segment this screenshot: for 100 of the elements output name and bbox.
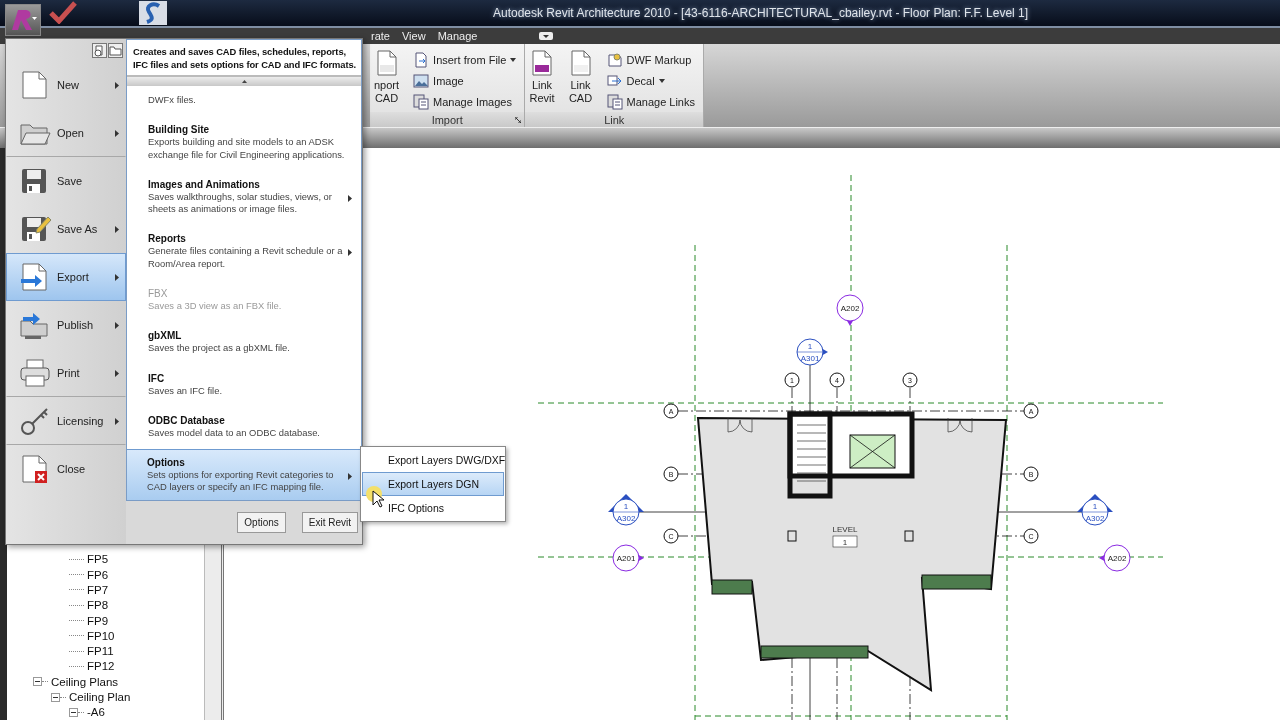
menu-item[interactable]: Options Sets options for exporting Revit categories to CAD layers or specify an IFC mapping file. bbox=[127, 449, 361, 500]
tree-item[interactable]: FP7 bbox=[87, 583, 109, 596]
menu-item-title: Images and Animations bbox=[148, 177, 261, 191]
application-menu-button[interactable] bbox=[5, 4, 41, 36]
menu-command[interactable]: Publish bbox=[6, 301, 126, 349]
submenu-arrow-icon bbox=[348, 249, 352, 257]
window-title: Autodesk Revit Architecture 2010 - [43-6116-ARCHITECTURAL_cbailey.rvt - Floor Plan: F.F. Level 1] bbox=[493, 6, 1029, 20]
submenu-arrow-icon bbox=[115, 273, 119, 281]
menu-command[interactable]: Close bbox=[6, 445, 126, 493]
menu-item-title: Building Site bbox=[148, 123, 211, 137]
ribbon-tab[interactable]: Manage bbox=[437, 30, 478, 42]
submenu-arrow-icon bbox=[348, 473, 352, 480]
insert-file-icon bbox=[413, 52, 430, 68]
menu-item-description: Exports building and site models to an ADSK exchange file for Civil Engineering applications. bbox=[148, 136, 346, 161]
menu-command[interactable]: Export bbox=[6, 253, 126, 301]
ribbon-button[interactable]: Manage Links bbox=[604, 92, 697, 112]
menu-item-description: Saves a 3D view as an FBX file. bbox=[148, 300, 283, 313]
section-mark: 1 A301 bbox=[796, 338, 828, 366]
tree-item[interactable]: FP12 bbox=[87, 660, 115, 673]
menu-item-description: Sets options for exporting Revit categories to CAD layers or specify an IFC mapping file. bbox=[147, 469, 335, 494]
links-icon bbox=[606, 94, 623, 110]
menu-item-description: Saves walkthroughs, solar studies, views, or sheets as animations or image files. bbox=[148, 190, 333, 216]
tree-item[interactable]: -A6 bbox=[87, 706, 105, 719]
menu-item-title: FBX bbox=[148, 287, 169, 300]
submenu-arrow-icon bbox=[115, 129, 119, 137]
panel-title: Import bbox=[431, 113, 463, 126]
ribbon-button[interactable]: nport CAD bbox=[372, 50, 402, 112]
ribbon-button[interactable]: Decal bbox=[604, 71, 697, 91]
elevation-mark: A201 bbox=[612, 544, 644, 572]
menu-item[interactable]: ODBC Database Saves model data to an ODBC database. bbox=[127, 406, 361, 447]
menu-item-title: ODBC Database bbox=[148, 413, 226, 427]
dropdown-icon[interactable] bbox=[539, 32, 554, 40]
cad-file-icon bbox=[374, 50, 399, 76]
expand-toggle[interactable] bbox=[69, 707, 78, 717]
key-icon bbox=[19, 405, 51, 437]
menu-item-title: Reports bbox=[148, 232, 187, 246]
tree-item[interactable]: Ceiling Plans bbox=[51, 675, 119, 688]
menu-item[interactable]: DWFx files. bbox=[127, 86, 361, 114]
menu-item[interactable]: Building Site Exports building and site models to an ADSK exchange file for Civil Engineering applications. bbox=[127, 116, 361, 168]
elevation-mark: A202 bbox=[1099, 544, 1131, 572]
expand-toggle[interactable] bbox=[33, 677, 42, 687]
dialog-launcher-icon[interactable] bbox=[515, 117, 522, 123]
section-mark: 1 A302 bbox=[608, 494, 644, 526]
submenu-item[interactable]: Export Layers DWG/DXF bbox=[362, 448, 504, 472]
submenu-arrow-icon bbox=[115, 225, 119, 233]
elevation-mark: A202 bbox=[836, 294, 864, 326]
ribbon-button[interactable]: Image bbox=[411, 71, 519, 91]
tree-item[interactable]: FP8 bbox=[87, 599, 109, 612]
submenu-arrow-icon bbox=[115, 417, 119, 425]
menu-item-title: gbXML bbox=[148, 329, 183, 343]
expand-toggle[interactable] bbox=[51, 692, 60, 702]
submenu-item[interactable]: IFC Options bbox=[362, 496, 504, 520]
checkmark-icon[interactable] bbox=[48, 0, 78, 24]
image-icon bbox=[413, 73, 430, 89]
cad-file-icon bbox=[568, 50, 593, 76]
markup-icon bbox=[606, 52, 623, 68]
recent-documents-icon[interactable] bbox=[92, 42, 107, 58]
ribbon-tab[interactable]: rate bbox=[371, 30, 390, 42]
ribbon-button[interactable]: Insert from File bbox=[411, 50, 519, 70]
menu-command[interactable]: Open bbox=[6, 109, 126, 157]
tree-item[interactable]: FP5 bbox=[87, 553, 109, 566]
menu-item[interactable]: IFC Saves an IFC file. bbox=[127, 364, 361, 404]
tree-item[interactable]: FP10 bbox=[87, 629, 115, 642]
caret-icon bbox=[510, 58, 517, 62]
menu-command[interactable]: New bbox=[6, 61, 126, 109]
menu-command[interactable]: Save As bbox=[6, 205, 126, 253]
submenu-arrow-icon bbox=[115, 81, 119, 89]
caret-icon bbox=[658, 79, 665, 83]
menu-item-title: Options bbox=[147, 456, 186, 470]
menu-item-description: Saves model data to an ODBC database. bbox=[148, 426, 321, 440]
tree-item[interactable]: FP11 bbox=[87, 645, 114, 658]
menu-command[interactable]: Save bbox=[6, 157, 126, 205]
menu-footer-button[interactable]: Options bbox=[237, 512, 286, 533]
submenu-arrow-icon bbox=[115, 321, 119, 329]
panel-title: Link bbox=[604, 113, 625, 126]
menu-item-description: Saves an IFC file. bbox=[148, 384, 223, 397]
menu-item-title: IFC bbox=[148, 371, 166, 385]
submenu-arrow-icon bbox=[115, 369, 119, 377]
menu-item-description: DWFx files. bbox=[148, 93, 197, 107]
printer-icon bbox=[19, 357, 51, 389]
up-arrow-icon bbox=[241, 79, 247, 83]
menu-item[interactable]: Images and Animations Saves walkthroughs, solar studies, views, or sheets as animations or image files. bbox=[127, 170, 361, 223]
ribbon-button[interactable]: DWF Markup bbox=[604, 50, 697, 70]
ribbon-button[interactable]: Link Revit bbox=[527, 50, 557, 112]
revit-file-icon bbox=[529, 50, 554, 76]
menu-item[interactable]: Reports Generate files containing a Revit schedule or a Room/Area report. bbox=[127, 225, 361, 277]
menu-item-description: Generate files containing a Revit schedule or a Room/Area report. bbox=[148, 245, 344, 270]
ribbon-button[interactable]: Manage Images bbox=[411, 92, 519, 112]
tree-item[interactable]: Ceiling Plan bbox=[69, 691, 131, 704]
menu-item[interactable]: gbXML Saves the project as a gbXML file. bbox=[127, 322, 361, 362]
submenu-item[interactable]: Export Layers DGN bbox=[362, 472, 504, 496]
menu-command[interactable]: Print bbox=[6, 349, 126, 397]
ribbon-button[interactable]: Link CAD bbox=[566, 50, 595, 112]
submenu-arrow-icon bbox=[348, 194, 352, 202]
ribbon-tab[interactable]: View bbox=[401, 30, 426, 42]
tree-item[interactable]: FP9 bbox=[87, 614, 109, 627]
open-documents-icon[interactable] bbox=[108, 42, 123, 58]
menu-footer-button[interactable]: Exit Revit bbox=[301, 512, 358, 533]
manage-images-icon bbox=[413, 94, 430, 110]
tree-item[interactable]: FP6 bbox=[87, 568, 109, 581]
